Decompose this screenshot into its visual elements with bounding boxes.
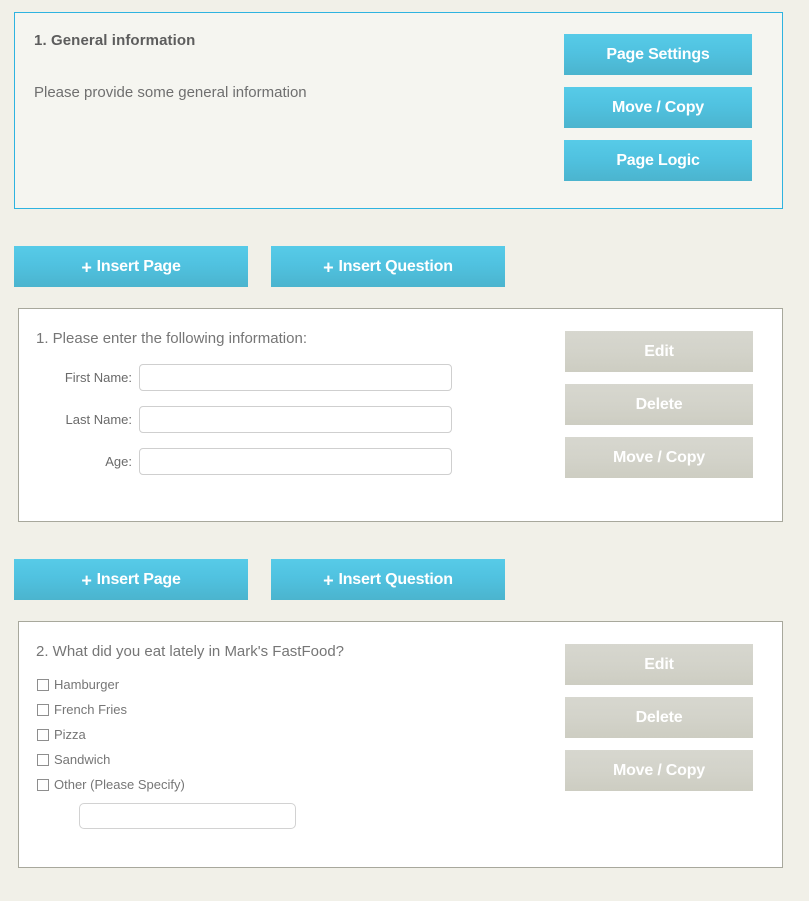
age-input[interactable] [139,448,452,475]
delete-button[interactable]: Delete [565,384,753,425]
move-copy-page-button[interactable]: Move / Copy [564,87,752,128]
choice-label: French Fries [54,702,127,717]
delete-button[interactable]: Delete [565,697,753,738]
insert-question-button[interactable]: + Insert Question [271,559,505,600]
page-block-panel: 1. General information Please provide so… [14,12,783,209]
checkbox-icon[interactable] [37,678,49,691]
choice-row[interactable]: Sandwich [37,747,296,772]
age-label: Age: [105,454,132,469]
choice-list: Hamburger French Fries Pizza Sandwich Ot… [37,672,296,829]
edit-button[interactable]: Edit [565,331,753,372]
insert-page-button[interactable]: + Insert Page [14,559,248,600]
choice-label: Other (Please Specify) [54,777,185,792]
form-field-row: First Name: [36,364,456,391]
choice-label: Sandwich [54,752,111,767]
insert-question-label: Insert Question [338,257,453,275]
other-specify-input[interactable] [79,803,296,829]
first-name-input[interactable] [139,364,452,391]
choice-label: Hamburger [54,677,120,692]
form-field-row: Last Name: [36,406,456,433]
insert-question-label: Insert Question [338,570,453,588]
checkbox-icon[interactable] [37,728,49,741]
choice-row[interactable]: Other (Please Specify) [37,772,296,797]
plus-icon: + [81,570,92,590]
page-title: 1. General information [34,32,196,49]
checkbox-icon[interactable] [37,778,49,791]
insert-page-label: Insert Page [96,570,181,588]
question-panel: 1. Please enter the following informatio… [18,308,783,522]
page-description: Please provide some general information [34,84,307,101]
choice-row[interactable]: Hamburger [37,672,296,697]
edit-button[interactable]: Edit [565,644,753,685]
question-title: 2. What did you eat lately in Mark's Fas… [36,643,345,660]
form-field-row: Age: [36,448,456,475]
first-name-label: First Name: [64,370,132,385]
question-title: 1. Please enter the following informatio… [36,330,307,347]
choice-row[interactable]: Pizza [37,722,296,747]
insert-bar-bottom: + Insert Page + Insert Question [0,559,809,600]
choice-row[interactable]: French Fries [37,697,296,722]
insert-page-button[interactable]: + Insert Page [14,246,248,287]
page-settings-button[interactable]: Page Settings [564,34,752,75]
insert-page-label: Insert Page [96,257,181,275]
insert-question-button[interactable]: + Insert Question [271,246,505,287]
last-name-label: Last Name: [65,412,132,427]
plus-icon: + [323,257,334,277]
page-logic-button[interactable]: Page Logic [564,140,752,181]
plus-icon: + [81,257,92,277]
choice-label: Pizza [54,727,86,742]
last-name-input[interactable] [139,406,452,433]
checkbox-icon[interactable] [37,753,49,766]
plus-icon: + [323,570,334,590]
move-copy-button[interactable]: Move / Copy [565,750,753,791]
question-panel: 2. What did you eat lately in Mark's Fas… [18,621,783,868]
checkbox-icon[interactable] [37,703,49,716]
move-copy-button[interactable]: Move / Copy [565,437,753,478]
insert-bar-top: + Insert Page + Insert Question [0,246,809,287]
